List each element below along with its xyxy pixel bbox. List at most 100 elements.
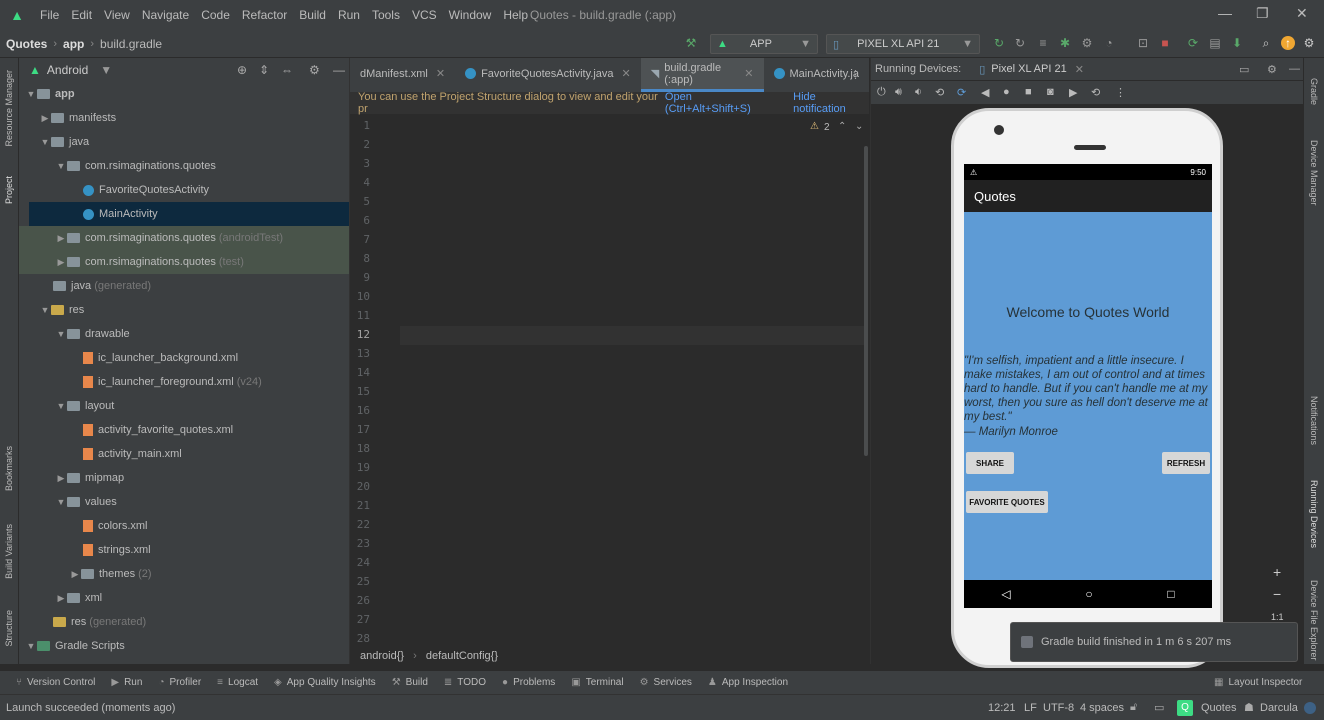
screenshot-icon[interactable]: ◙: [1047, 86, 1054, 98]
logcat-tab[interactable]: ≡ Logcat: [217, 677, 258, 688]
next-highlight-icon[interactable]: ⌄: [855, 121, 863, 132]
menu-tools[interactable]: Tools: [366, 8, 406, 22]
bookmarks-tab[interactable]: Bookmarks: [4, 446, 14, 491]
gradle-tab[interactable]: Gradle: [1309, 78, 1319, 105]
sdk-manager-icon[interactable]: ⬇: [1230, 36, 1244, 50]
tree-item-ic-launcher-foreground[interactable]: ic_launcher_foreground.xml (v24): [19, 370, 349, 394]
run-config-select[interactable]: ▲ APP ▼: [710, 34, 818, 54]
tree-item-favoritequotesactivity[interactable]: FavoriteQuotesActivity: [19, 178, 349, 202]
menu-file[interactable]: File: [34, 8, 65, 22]
volume-down-icon[interactable]: 🔉︎: [915, 86, 922, 99]
previous-highlight-icon[interactable]: ⌃: [838, 121, 846, 132]
share-button[interactable]: SHARE: [966, 452, 1014, 474]
memory-icon[interactable]: ▭: [1154, 701, 1164, 714]
attach-debugger-icon[interactable]: ⚙: [1080, 36, 1094, 50]
restore-icon[interactable]: ❐: [1256, 5, 1269, 22]
project-view-select[interactable]: Android: [47, 63, 88, 77]
maximize-icon[interactable]: ▭: [1239, 63, 1249, 76]
breadcrumb-project[interactable]: Quotes: [6, 37, 47, 51]
hide-panel-icon[interactable]: —: [333, 63, 345, 77]
notifications-tab[interactable]: Notifications: [1309, 396, 1319, 445]
run-tab[interactable]: ▶ Run: [111, 677, 142, 688]
apply-code-changes-icon[interactable]: ↻: [1013, 36, 1027, 50]
stop-icon[interactable]: ■: [1158, 36, 1172, 50]
debug-icon[interactable]: ✱: [1058, 36, 1072, 50]
device-tab[interactable]: Pixel XL API 21: [991, 63, 1066, 75]
nav-back-icon[interactable]: ◁: [1001, 587, 1010, 601]
zoom-out-button[interactable]: −: [1273, 586, 1281, 602]
chevron-down-icon[interactable]: ▼: [100, 63, 112, 77]
power-icon[interactable]: ⏻: [877, 86, 886, 99]
rotate-right-icon[interactable]: ⟳: [957, 86, 966, 99]
list-icon[interactable]: ≡: [1036, 36, 1050, 50]
tree-item-ic-launcher-background[interactable]: ic_launcher_background.xml: [19, 346, 349, 370]
breadcrumb-module[interactable]: app: [63, 37, 84, 51]
gear-icon[interactable]: ⚙: [1267, 63, 1277, 76]
file-encoding[interactable]: UTF-8: [1043, 702, 1074, 714]
device-file-explorer-tab[interactable]: Device File Explorer: [1309, 580, 1319, 661]
services-tab[interactable]: ⚙ Services: [640, 677, 692, 688]
overview-icon[interactable]: ■: [1025, 86, 1032, 98]
close-tab-icon[interactable]: ✕: [744, 67, 753, 80]
tree-item-strings[interactable]: strings.xml: [19, 538, 349, 562]
menu-code[interactable]: Code: [195, 8, 236, 22]
problems-tab[interactable]: ● Problems: [502, 677, 555, 688]
tab-favoritequotesactivity[interactable]: FavoriteQuotesActivity.java ✕: [455, 58, 641, 92]
running-devices-tab[interactable]: Running Devices: [1309, 480, 1319, 548]
menu-help[interactable]: Help: [497, 8, 534, 22]
tree-item-app[interactable]: ▼ app: [19, 82, 349, 106]
menu-view[interactable]: View: [98, 8, 136, 22]
tree-item-package-androidtest[interactable]: ▶ com.rsimaginations.quotes (androidTest): [19, 226, 349, 250]
status-message[interactable]: Launch succeeded (moments ago): [6, 702, 175, 714]
expand-all-icon[interactable]: ⇕: [259, 63, 269, 77]
zoom-in-button[interactable]: +: [1273, 564, 1281, 580]
update-icon[interactable]: ↑: [1281, 36, 1295, 50]
tree-item-mipmap[interactable]: ▶ mipmap: [19, 466, 349, 490]
build-tab[interactable]: ⚒ Build: [392, 677, 428, 688]
tree-item-xml[interactable]: ▶ xml: [19, 586, 349, 610]
screen-record-icon[interactable]: ▶: [1069, 86, 1077, 99]
tree-item-layout[interactable]: ▼ layout: [19, 394, 349, 418]
close-tab-icon[interactable]: ✕: [622, 67, 631, 80]
tree-item-package[interactable]: ▼ com.rsimaginations.quotes: [19, 154, 349, 178]
tab-build-gradle[interactable]: ◥ build.gradle (:app) ✕: [640, 58, 764, 92]
tree-item-java-generated[interactable]: java (generated): [19, 274, 349, 298]
hide-notification-link[interactable]: Hide notification: [793, 91, 869, 115]
build-notification-toast[interactable]: Gradle build finished in 1 m 6 s 207 ms: [1010, 622, 1298, 662]
menu-vcs[interactable]: VCS: [406, 8, 443, 22]
locate-icon[interactable]: ⊕: [237, 63, 247, 77]
minimize-icon[interactable]: —: [1218, 5, 1232, 21]
favorite-quotes-button[interactable]: FAVORITE QUOTES: [966, 491, 1048, 513]
tree-item-java[interactable]: ▼ java: [19, 130, 349, 154]
tree-item-gradle-scripts[interactable]: ▼ Gradle Scripts: [19, 634, 349, 658]
collapse-all-icon[interactable]: ⇔: [281, 63, 293, 77]
layout-inspector-tab[interactable]: ▦ Layout Inspector: [1214, 677, 1302, 688]
tree-item-manifests[interactable]: ▶ manifests: [19, 106, 349, 130]
menu-build[interactable]: Build: [293, 8, 332, 22]
make-project-icon[interactable]: ⚒: [684, 36, 698, 50]
tree-item-res-generated[interactable]: res (generated): [19, 610, 349, 634]
tree-item-activity-main[interactable]: activity_main.xml: [19, 442, 349, 466]
tree-item-package-test[interactable]: ▶ com.rsimaginations.quotes (test): [19, 250, 349, 274]
open-project-structure-link[interactable]: Open (Ctrl+Alt+Shift+S): [665, 91, 777, 115]
tree-item-colors[interactable]: colors.xml: [19, 514, 349, 538]
gear-icon[interactable]: ⚙: [1302, 36, 1316, 50]
app-inspection-tab[interactable]: ♟ App Inspection: [708, 677, 788, 688]
hide-panel-icon[interactable]: —: [1289, 63, 1300, 75]
structure-tab[interactable]: Structure: [4, 610, 14, 647]
profiler-tab[interactable]: ◔ Profiler: [158, 677, 201, 688]
coverage-icon[interactable]: ⊡: [1136, 36, 1150, 50]
build-variants-tab[interactable]: Build Variants: [4, 524, 14, 579]
indent-setting[interactable]: 4 spaces: [1080, 702, 1124, 714]
tab-manifest[interactable]: dManifest.xml ✕: [350, 58, 455, 92]
gear-icon[interactable]: ⚙: [309, 63, 320, 77]
profiler-icon[interactable]: ◔: [1102, 36, 1116, 50]
phone-screen[interactable]: ⚠ 9:50 Quotes Welcome to Quotes World "I…: [964, 164, 1212, 608]
breadcrumb-defaultconfig[interactable]: defaultConfig{}: [426, 650, 498, 662]
refresh-button[interactable]: REFRESH: [1162, 452, 1210, 474]
project-name[interactable]: Quotes: [1201, 702, 1236, 714]
tree-item-mainactivity[interactable]: MainActivity: [29, 202, 349, 226]
terminal-tab[interactable]: ▣ Terminal: [571, 677, 623, 688]
home-icon[interactable]: ●: [1003, 86, 1010, 98]
lock-icon[interactable]: 🔓︎: [1130, 701, 1137, 714]
